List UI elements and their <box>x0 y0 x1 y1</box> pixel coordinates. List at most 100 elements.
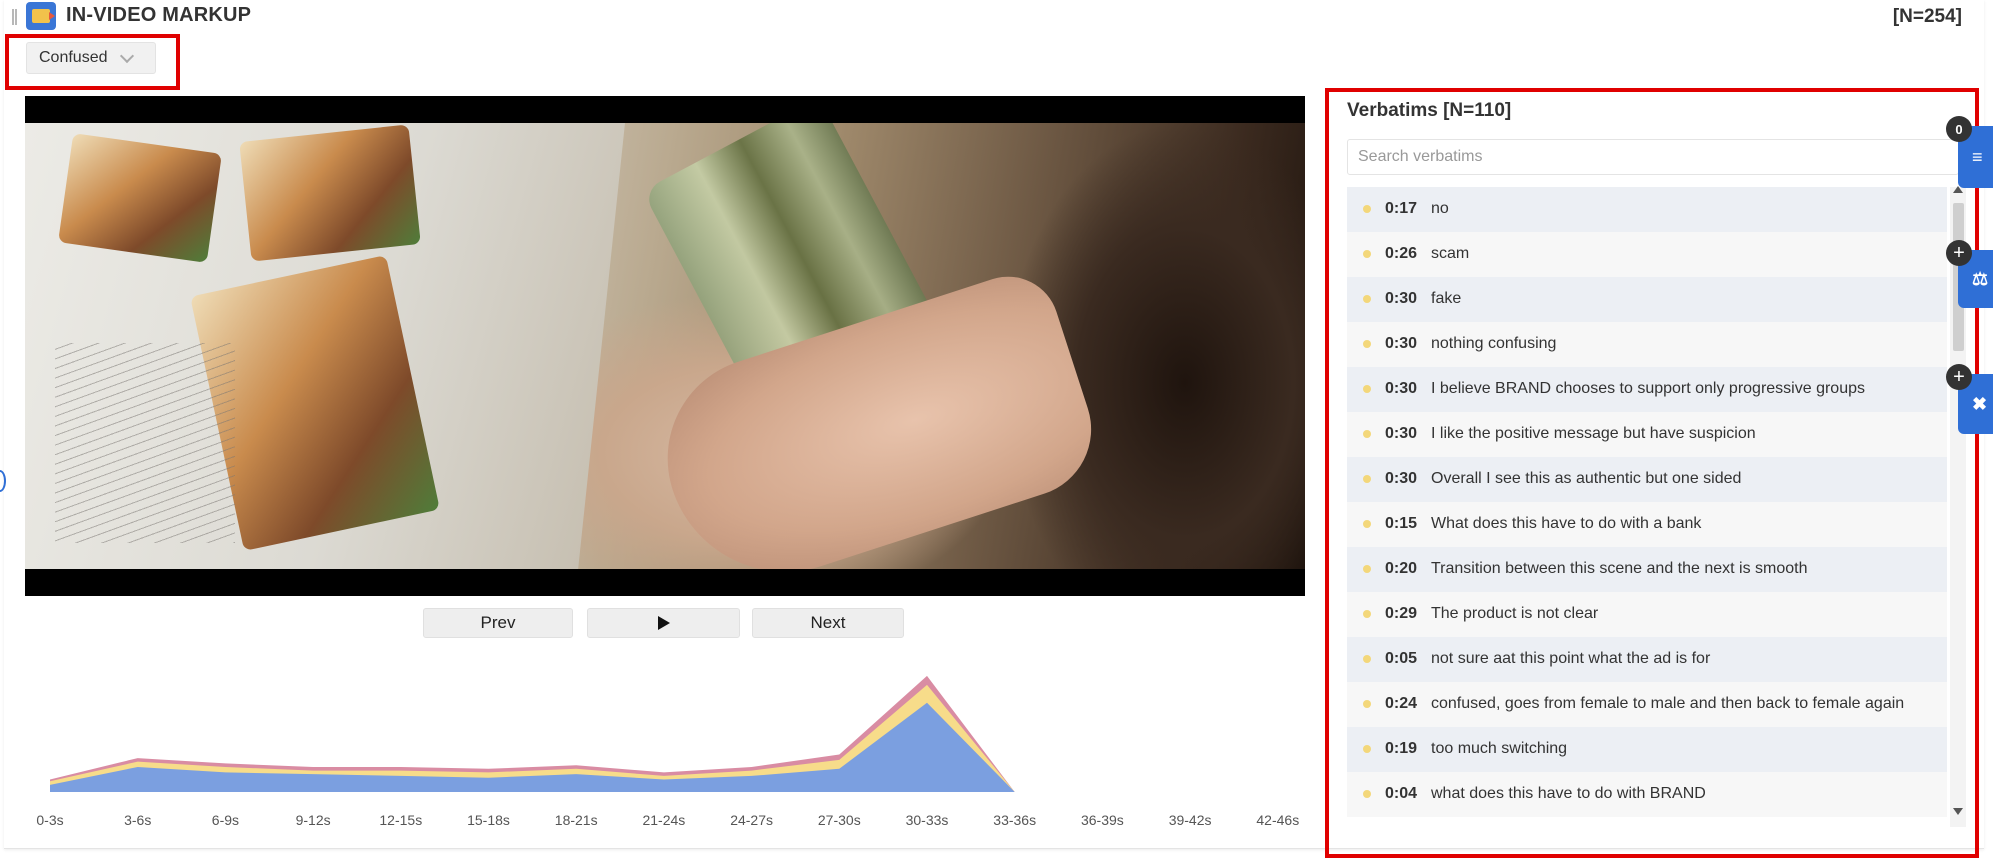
x-tick-label: 15-18s <box>467 812 510 828</box>
verbatim-row[interactable]: 0:30 nothing confusing <box>1347 322 1947 367</box>
verbatim-text: I like the positive message but have sus… <box>1431 425 1756 442</box>
x-tick-label: 21-24s <box>642 812 685 828</box>
sandwich-image <box>239 124 421 262</box>
verbatim-time[interactable]: 0:26 <box>1385 242 1431 266</box>
verbatim-text: confused, goes from female to male and t… <box>1431 695 1905 712</box>
verbatim-time[interactable]: 0:29 <box>1385 602 1431 626</box>
sentiment-dot-icon <box>1363 205 1371 213</box>
emotion-timeline-chart: 0-3s 3-6s 6-9s 9-12s 12-15s 15-18s 18-21s 21-24… <box>25 650 1315 830</box>
verbatim-time[interactable]: 0:30 <box>1385 332 1431 356</box>
verbatim-time[interactable]: 0:20 <box>1385 557 1431 581</box>
verbatim-row[interactable]: 0:24 confused, goes from female to male a… <box>1347 682 1947 727</box>
filter-lines-icon: ≡ <box>1972 146 1983 167</box>
video-player[interactable] <box>25 96 1305 596</box>
verbatim-text: too much switching <box>1431 740 1568 757</box>
verbatim-text: nothing confusing <box>1431 335 1557 352</box>
sandwich-image <box>58 133 222 263</box>
sentiment-dot-icon <box>1363 565 1371 573</box>
prev-label: Prev <box>480 613 516 632</box>
emotion-filter-dropdown[interactable]: Confused <box>26 42 156 74</box>
sentiment-dot-icon <box>1363 295 1371 303</box>
sentiment-dot-icon <box>1363 655 1371 663</box>
balance-scale-icon: ⚖ <box>1972 268 1989 289</box>
sentiment-dot-icon <box>1363 745 1371 753</box>
verbatim-text: not sure aat this point what the ad is f… <box>1431 650 1711 667</box>
timeline-svg: 0-3s 3-6s 6-9s 9-12s 12-15s 15-18s 18-21s 21-24… <box>36 675 1299 828</box>
sentiment-dot-icon <box>1363 475 1371 483</box>
x-tick-label: 0-3s <box>36 812 63 828</box>
sentiment-dot-icon <box>1363 340 1371 348</box>
x-tick-label: 6-9s <box>212 812 239 828</box>
filter-count-badge: 0 <box>1946 116 1972 142</box>
x-tick-label: 39-42s <box>1169 812 1212 828</box>
verbatim-row[interactable]: 0:05 not sure aat this point what the ad … <box>1347 637 1947 682</box>
verbatim-row[interactable]: 0:30 I like the positive message but have… <box>1347 412 1947 457</box>
x-tick-label: 42-46s <box>1256 812 1299 828</box>
x-tick-label: 9-12s <box>296 812 331 828</box>
verbatim-text: What does this have to do with a bank <box>1431 515 1702 532</box>
verbatim-row[interactable]: 0:19 too much switching <box>1347 727 1947 772</box>
verbatim-row[interactable]: 0:04 what does this have to do with BRAND <box>1347 772 1947 817</box>
add-compare-icon[interactable]: + <box>1946 240 1972 266</box>
sentiment-dot-icon <box>1363 430 1371 438</box>
verbatim-text: fake <box>1431 290 1462 307</box>
verbatim-row[interactable]: 0:29 The product is not clear <box>1347 592 1947 637</box>
excel-icon: ✖ <box>1972 393 1988 414</box>
verbatim-row[interactable]: 0:30 Overall I see this as authentic but … <box>1347 457 1947 502</box>
verbatim-text: what does this have to do with BRAND <box>1431 785 1706 802</box>
total-count: [N=254] <box>1892 6 1962 27</box>
scroll-down-arrow-icon[interactable] <box>1953 808 1963 815</box>
sentiment-dot-icon <box>1363 250 1371 258</box>
add-export-icon[interactable]: + <box>1946 364 1972 390</box>
x-tick-label: 18-21s <box>555 812 598 828</box>
verbatim-time[interactable]: 0:04 <box>1385 782 1431 806</box>
recipe-text <box>55 343 235 543</box>
verbatims-search-input[interactable] <box>1347 139 1959 175</box>
verbatim-row[interactable]: 0:15 What does this have to do with a ban… <box>1347 502 1947 547</box>
play-icon <box>657 616 670 630</box>
sentiment-dot-icon <box>1363 520 1371 528</box>
video-app-icon <box>26 2 56 30</box>
verbatim-row[interactable]: 0:26 scam <box>1347 232 1947 277</box>
next-label: Next <box>810 613 846 632</box>
verbatim-time[interactable]: 0:19 <box>1385 737 1431 761</box>
verbatim-text: The product is not clear <box>1431 605 1599 622</box>
x-tick-label: 27-30s <box>818 812 861 828</box>
chevron-down-icon <box>119 48 134 63</box>
verbatim-text: I believe BRAND chooses to support only … <box>1431 380 1865 397</box>
sentiment-dot-icon <box>1363 700 1371 708</box>
sentiment-dot-icon <box>1363 610 1371 618</box>
verbatim-time[interactable]: 0:30 <box>1385 377 1431 401</box>
verbatim-text: no <box>1431 200 1449 217</box>
next-button[interactable]: Next <box>752 608 904 638</box>
verbatim-text: Overall I see this as authentic but one … <box>1431 470 1742 487</box>
prev-button[interactable]: Prev <box>423 608 573 638</box>
page-title: IN-VIDEO MARKUP <box>66 4 252 26</box>
verbatim-text: Transition between this scene and the ne… <box>1431 560 1808 577</box>
sentiment-dot-icon <box>1363 385 1371 393</box>
verbatim-time[interactable]: 0:24 <box>1385 692 1431 716</box>
verbatim-time[interactable]: 0:15 <box>1385 512 1431 536</box>
verbatim-time[interactable]: 0:30 <box>1385 422 1431 446</box>
video-frame <box>25 123 1305 569</box>
verbatim-time[interactable]: 0:30 <box>1385 287 1431 311</box>
verbatim-text: scam <box>1431 245 1470 262</box>
verbatim-time[interactable]: 0:17 <box>1385 197 1431 221</box>
verbatims-list[interactable]: 0:17 no 0:26 scam 0:30 fake 0:30 nothing confus… <box>1347 187 1947 827</box>
sentiment-dot-icon <box>1363 790 1371 798</box>
verbatim-row[interactable]: 0:30 fake <box>1347 277 1947 322</box>
verbatim-row[interactable]: 0:17 no <box>1347 187 1947 232</box>
x-tick-label: 33-36s <box>993 812 1036 828</box>
verbatims-title: Verbatims [N=110] <box>1347 100 1512 121</box>
emotion-filter-value: Confused <box>39 49 108 66</box>
x-tick-label: 3-6s <box>124 812 151 828</box>
x-tick-label: 30-33s <box>906 812 949 828</box>
play-button[interactable] <box>587 608 740 638</box>
verbatim-row[interactable]: 0:20 Transition between this scene and th… <box>1347 547 1947 592</box>
verbatim-time[interactable]: 0:30 <box>1385 467 1431 491</box>
drag-handle-icon[interactable] <box>12 9 17 25</box>
in-video-markup-panel: IN-VIDEO MARKUP [N=254] Confused Prev Ne… <box>4 0 1984 858</box>
verbatim-row[interactable]: 0:30 I believe BRAND chooses to support o… <box>1347 367 1947 412</box>
verbatim-time[interactable]: 0:05 <box>1385 647 1431 671</box>
x-tick-label: 12-15s <box>379 812 422 828</box>
